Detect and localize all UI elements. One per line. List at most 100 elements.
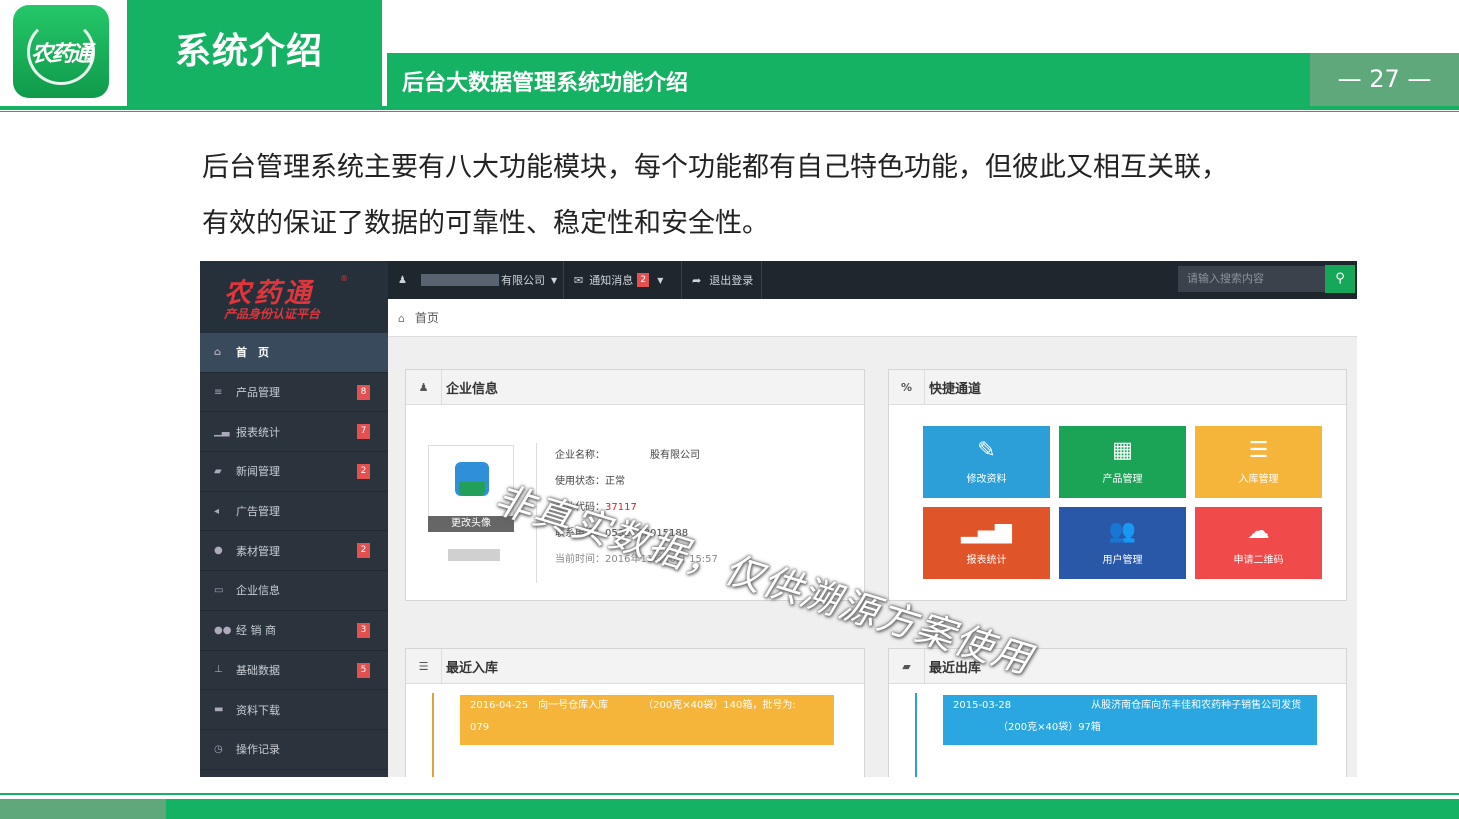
intro-line-2: 有效的保证了数据的可靠性、稳定性和安全性。 xyxy=(202,208,769,239)
timeline-line xyxy=(432,693,434,777)
panel-header: ♟ 企业信息 xyxy=(406,369,864,405)
quick-tile-button[interactable]: ☰ 入库管理 xyxy=(1195,426,1322,498)
outbound-entry-line-2: （200克×40袋）97箱 xyxy=(953,722,1101,733)
quick-tile-button[interactable]: ✎ 修改资料 xyxy=(923,426,1050,498)
panel-header: % 快捷通道 xyxy=(889,369,1346,405)
count-badge: 5 xyxy=(357,662,370,678)
sidebar-item[interactable]: ▁▃ 报表统计 7 xyxy=(200,412,388,453)
logout-button[interactable]: ➦ 退出登录 xyxy=(682,261,762,299)
truck-icon: ▰ xyxy=(889,648,925,684)
page-number-box: — 27 — xyxy=(1310,53,1459,106)
quick-tile-label: 入库管理 xyxy=(1238,474,1279,485)
link-icon: % xyxy=(889,369,925,405)
sidebar-item[interactable]: ▭ 企业信息 xyxy=(200,571,388,611)
slide-logo: 农药通 xyxy=(0,0,122,106)
search-input[interactable]: 请输入搜索内容 xyxy=(1178,266,1325,292)
list-icon: ≡ xyxy=(214,386,223,398)
footer-bar-right xyxy=(166,799,1459,819)
section-title-block: 系统介绍 xyxy=(127,0,382,106)
notifications-dropdown[interactable]: ✉ 通知消息 2 ▼ xyxy=(564,261,682,299)
sitemap-icon: ⊥ xyxy=(214,664,223,676)
user-icon: ♟ xyxy=(406,369,442,405)
sidebar-item[interactable]: ▰ 新闻管理 2 xyxy=(200,452,388,492)
quick-tile-label: 修改资料 xyxy=(966,474,1007,485)
sidebar-item-label: 新闻管理 xyxy=(236,465,280,479)
sidebar-item-label: 操作记录 xyxy=(236,743,280,757)
notifications-badge: 2 xyxy=(637,273,650,287)
company-dropdown[interactable]: ♟ 有限公司 ▼ xyxy=(388,261,564,299)
sidebar-item[interactable]: ⊥ 基础数据 5 xyxy=(200,651,388,691)
panel-title: 企业信息 xyxy=(446,381,499,397)
quick-tile-label: 申请二维码 xyxy=(1233,555,1284,566)
quick-tile-button[interactable]: 👥 用户管理 xyxy=(1059,507,1186,579)
sidebar-item-label: 报表统计 xyxy=(236,425,280,439)
folder-icon: ▬ xyxy=(214,704,224,716)
sidebar-item[interactable]: ●● 经 销 商 3 xyxy=(200,611,388,651)
panel-title: 最近入库 xyxy=(446,660,499,676)
outbound-entry-line-1: 2015-03-28 从股济南仓库向东丰佳和农药种子销售公司发货 xyxy=(953,700,1302,711)
inbound-entry-line-2: 079 xyxy=(470,722,490,733)
count-badge: 3 xyxy=(357,622,370,638)
header-divider-gap xyxy=(0,110,1459,111)
sidebar-item[interactable]: ▬ 资料下载 xyxy=(200,690,388,730)
quick-tile-button[interactable]: ▂▄▆ 报表统计 xyxy=(923,507,1050,579)
company-name-redacted xyxy=(420,274,499,286)
inbox-icon: ▭ xyxy=(214,584,224,596)
company-name: 企业名称： 股有限公司 xyxy=(555,450,700,461)
home-icon: ⌂ xyxy=(214,346,222,358)
brand-reg-mark: ® xyxy=(340,274,348,283)
quick-tile-button[interactable]: ☁ 申请二维码 xyxy=(1195,507,1322,579)
sidebar-item-label: 企业信息 xyxy=(236,584,280,598)
recent-inbound-panel: ☰ 最近入库 2016-04-25 向一号仓库入库 （200克×40袋）140箱… xyxy=(405,648,865,777)
book-icon: ▰ xyxy=(214,465,222,477)
sidebar-item[interactable]: ≡ 产品管理 8 xyxy=(200,373,388,413)
align-left-icon: ☰ xyxy=(1248,438,1269,463)
quick-tile-label: 产品管理 xyxy=(1102,474,1143,485)
envelope-icon: ✉ xyxy=(574,273,584,287)
quick-tile-label: 用户管理 xyxy=(1102,555,1143,566)
quick-tile-button[interactable]: ▦ 产品管理 xyxy=(1059,426,1186,498)
footer-bar-left xyxy=(0,799,166,819)
breadcrumb-home[interactable]: 首页 xyxy=(415,311,439,325)
sidebar-item[interactable]: ◂ 广告管理 xyxy=(200,492,388,532)
inbound-entry-line-1: 2016-04-25 向一号仓库入库 （200克×40袋）140箱，批号为: xyxy=(470,700,796,711)
count-badge: 2 xyxy=(357,464,370,480)
sidebar-item-label: 基础数据 xyxy=(236,663,280,677)
sidebar-item-label: 产品管理 xyxy=(236,386,280,400)
sidebar-item-label: 素材管理 xyxy=(236,544,280,558)
users-icon: 👥 xyxy=(1108,519,1137,544)
pencil-icon: ✎ xyxy=(977,438,996,463)
users-icon: ●● xyxy=(214,624,232,636)
grid-icon: ▦ xyxy=(1112,438,1133,463)
logo-text: 农药通 xyxy=(30,41,93,67)
intro-line-1: 后台管理系统主要有八大功能模块，每个功能都有自己特色功能，但彼此又相互关联， xyxy=(202,152,1228,183)
search-icon: ⚲ xyxy=(1335,271,1345,286)
outbound-entry: 2015-03-28 从股济南仓库向东丰佳和农药种子销售公司发货 （200克×4… xyxy=(943,695,1317,745)
sidebar-item[interactable]: ⌂ 首 页 xyxy=(200,333,388,373)
footer-divider xyxy=(0,793,1459,795)
sidebar-item[interactable]: ● 素材管理 2 xyxy=(200,531,388,572)
admin-dashboard-screenshot: 农药通 ® 产品身份认证平台 ⌂ 首 页 ≡ 产品管理 8 ▁▃ 报表统计 7 ▰ 新闻管理 2 ◂ 广… xyxy=(200,261,1357,777)
section-title: 系统介绍 xyxy=(175,31,324,72)
panel-title: 快捷通道 xyxy=(929,381,982,397)
intro-paragraph: 后台管理系统主要有八大功能模块，每个功能都有自己特色功能，但彼此又相互关联， 有… xyxy=(202,140,1372,252)
quick-access-panel: % 快捷通道 ✎ 修改资料 ▦ 产品管理 ☰ 入库管理 ▂▄▆ 报表统计 👥 用户管理 ☁ 申请二维码 xyxy=(888,369,1347,601)
palette-icon: ● xyxy=(214,545,223,557)
admin-topbar: ♟ 有限公司 ▼ ✉ 通知消息 2 ▼ ➦ 退出登录 请输入搜索内容 ⚲ xyxy=(388,261,1357,299)
page-number: — 27 — xyxy=(1337,65,1432,93)
bullhorn-icon: ◂ xyxy=(214,505,220,517)
sidebar-item-label: 首 页 xyxy=(236,346,269,360)
count-badge: 2 xyxy=(357,543,370,559)
cloud-upload-icon: ☁ xyxy=(1247,519,1270,544)
sidebar-item-label: 广告管理 xyxy=(236,505,280,519)
quick-tile-label: 报表统计 xyxy=(966,555,1007,566)
panel-header: ☰ 最近入库 xyxy=(406,648,864,684)
search-button[interactable]: ⚲ xyxy=(1325,265,1355,293)
subtitle-bar: 后台大数据管理系统功能介绍 xyxy=(387,53,1310,106)
inbound-entry: 2016-04-25 向一号仓库入库 （200克×40袋）140箱，批号为: 0… xyxy=(460,695,834,745)
sidebar-item[interactable]: ◷ 操作记录 xyxy=(200,730,388,770)
bar-chart-icon: ▁▃ xyxy=(214,426,230,438)
company-name-redacted xyxy=(448,549,500,561)
chevron-down-icon: ▼ xyxy=(550,275,558,285)
admin-brand: 农药通 ® 产品身份认证平台 xyxy=(200,261,388,333)
